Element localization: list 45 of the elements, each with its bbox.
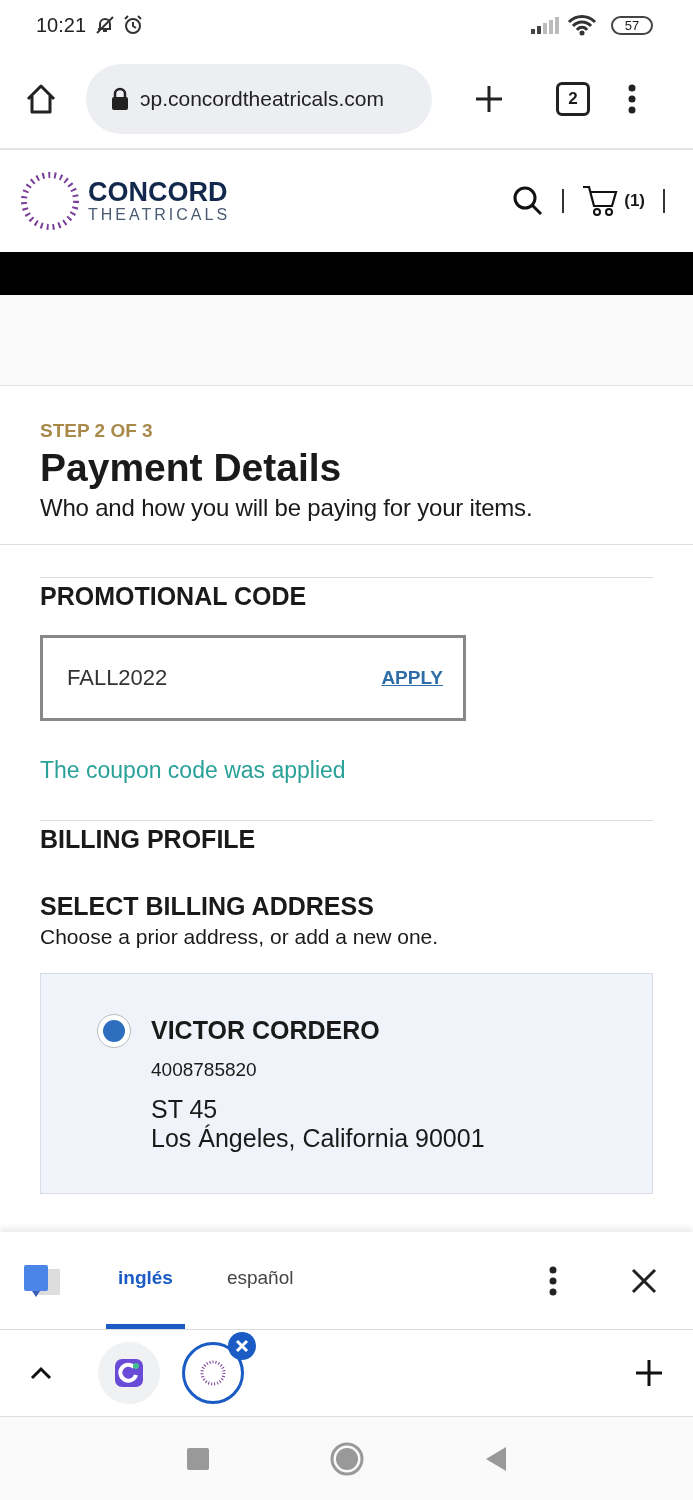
address-bar[interactable]: ɔp.concordtheatricals.com [86, 64, 432, 134]
cart-count[interactable]: (1) [624, 191, 645, 211]
status-time: 10:21 [36, 13, 87, 37]
home-icon[interactable] [24, 82, 58, 116]
section-heading: BILLING PROFILE [40, 824, 257, 854]
step-indicator: STEP 2 OF 3 [40, 420, 154, 442]
language-tab[interactable]: español [214, 1232, 306, 1329]
logo-tagline: THEATRICALS [88, 206, 231, 224]
tab-count-button[interactable]: 2 [556, 82, 590, 116]
cart-icon[interactable] [582, 184, 619, 218]
section-subheading: SELECT BILLING ADDRESS [40, 892, 375, 921]
address-line: ST 45 [151, 1095, 219, 1124]
close-icon[interactable] [228, 1332, 256, 1360]
logo-wordmark: CONCORD [88, 178, 229, 206]
address-line: Los Ángeles, California 90001 [151, 1124, 485, 1153]
promo-code-field[interactable]: FALL2022 APPLY [40, 635, 466, 721]
recents-icon[interactable] [185, 1446, 210, 1471]
close-icon[interactable] [631, 1267, 657, 1294]
chevron-up-icon[interactable] [30, 1366, 52, 1380]
address-name: VICTOR CORDERO [151, 1016, 381, 1045]
plus-icon[interactable] [474, 84, 504, 114]
menu-icon[interactable] [628, 84, 636, 114]
address-phone: 4008785820 [151, 1059, 258, 1081]
success-message: The coupon code was applied [40, 757, 347, 784]
hint-text: Choose a prior address, or add a new one. [40, 925, 440, 949]
apply-link[interactable]: APPLY [381, 667, 443, 689]
battery-indicator: 57 [611, 15, 653, 35]
app-icon [114, 1358, 144, 1388]
logo-ring-icon [20, 171, 80, 231]
more-icon[interactable] [549, 1265, 557, 1296]
plus-icon[interactable] [635, 1359, 663, 1387]
page-title: Payment Details [40, 446, 343, 490]
section-heading: PROMOTIONAL CODE [40, 581, 308, 611]
address-card[interactable]: VICTOR CORDERO 4008785820 ST 45 Los Ángeles, California 90001 [40, 973, 653, 1194]
logo-ring-icon [198, 1358, 228, 1388]
lock-icon [110, 87, 130, 111]
language-tab[interactable]: inglés [106, 1232, 185, 1329]
home-button-icon[interactable] [329, 1441, 364, 1476]
signal-icon [531, 16, 561, 34]
wifi-icon [567, 14, 597, 36]
mute-icon [94, 14, 117, 36]
page-subtitle: Who and how you will be paying for your items. [40, 494, 534, 522]
radio-button[interactable] [97, 1014, 131, 1048]
search-icon[interactable] [512, 185, 545, 217]
url-text: ɔp.concordtheatricals.com [140, 87, 384, 111]
